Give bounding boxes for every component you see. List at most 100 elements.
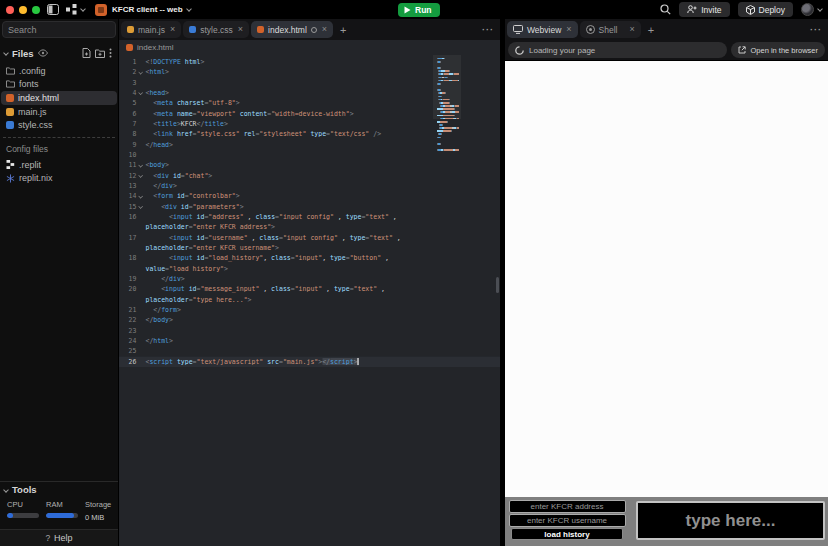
- code-line[interactable]: 12 <div id="chat">: [119, 171, 500, 181]
- avatar[interactable]: [801, 3, 814, 16]
- files-collapse-chevron-icon[interactable]: [3, 50, 9, 56]
- tab-style-css[interactable]: style.css ×: [183, 21, 249, 38]
- repl-title[interactable]: KFCR client -- web: [112, 5, 183, 14]
- file-item-replit-nix[interactable]: replit.nix: [0, 172, 118, 186]
- code-line[interactable]: 14 <form id="controlbar">: [119, 191, 500, 201]
- close-window-button[interactable]: [6, 6, 14, 14]
- deploy-button[interactable]: Deploy: [738, 2, 793, 17]
- file-item-replit[interactable]: .replit: [0, 158, 118, 172]
- tab-shell[interactable]: Shell ×: [580, 21, 641, 38]
- fold-chevron-icon[interactable]: [136, 160, 145, 170]
- file-item-config[interactable]: .config: [0, 64, 118, 78]
- close-tab-icon[interactable]: ×: [170, 25, 175, 34]
- fold-chevron-icon[interactable]: [136, 88, 145, 98]
- new-folder-icon[interactable]: [95, 49, 105, 58]
- new-file-icon[interactable]: [82, 48, 91, 58]
- person-plus-icon: [687, 5, 697, 14]
- code-line[interactable]: 19 </div>: [119, 274, 500, 284]
- minimize-window-button[interactable]: [19, 6, 27, 14]
- html-file-icon: [257, 26, 264, 33]
- tools-collapse-chevron-icon[interactable]: [3, 487, 9, 493]
- ram-bar: [46, 513, 78, 518]
- code-line[interactable]: 24</html>: [119, 336, 500, 346]
- new-tab-icon[interactable]: +: [648, 24, 654, 36]
- close-tab-icon[interactable]: ×: [630, 25, 635, 34]
- code-line[interactable]: 17 <input id="username" , class="input c…: [119, 233, 500, 243]
- html-file-icon: [6, 94, 14, 102]
- code-line[interactable]: placeholder="type here...">: [119, 295, 500, 305]
- code-line[interactable]: placeholder="enter KFCR username">: [119, 243, 500, 253]
- fold-chevron-icon[interactable]: [136, 191, 145, 201]
- open-in-browser-button[interactable]: Open in the browser: [731, 42, 825, 58]
- invite-button[interactable]: Invite: [679, 2, 729, 17]
- code-line[interactable]: 11<body>: [119, 160, 500, 170]
- kfcr-address-input[interactable]: enter KFCR address: [509, 500, 626, 513]
- account-chevron-icon[interactable]: [817, 6, 823, 12]
- file-item-fonts[interactable]: fonts: [0, 78, 118, 92]
- ram-stat: RAM: [46, 500, 78, 522]
- help-button[interactable]: ? Help: [0, 529, 118, 546]
- external-link-icon: [738, 46, 746, 54]
- monitor-icon: [513, 25, 523, 34]
- code-line[interactable]: 18 <input id="load_history", class="inpu…: [119, 253, 500, 263]
- storage-stat: Storage 0 MiB: [85, 500, 111, 522]
- workspace-switcher-icon[interactable]: [66, 4, 85, 15]
- tab-split-icon[interactable]: [311, 27, 317, 33]
- files-menu-kebab-icon[interactable]: [109, 48, 112, 58]
- tab-webview[interactable]: Webview ×: [507, 21, 578, 38]
- page-controlbar: enter KFCR address enter KFCR username l…: [505, 497, 828, 546]
- editor-pane: main.js × style.css × index.html × + ···: [119, 19, 500, 546]
- load-history-button[interactable]: load history: [511, 528, 623, 540]
- tab-index-html[interactable]: index.html ×: [251, 21, 333, 38]
- storage-value: 0 MiB: [85, 513, 111, 522]
- code-line[interactable]: 23: [119, 326, 500, 336]
- message-input[interactable]: type here...: [636, 501, 825, 540]
- code-line[interactable]: 22</body>: [119, 315, 500, 325]
- minimap[interactable]: [435, 57, 459, 152]
- config-files-header: Config files: [0, 141, 118, 158]
- close-tab-icon[interactable]: ×: [322, 25, 327, 34]
- fold-chevron-icon[interactable]: [136, 202, 145, 212]
- file-item-style-css[interactable]: style.css: [0, 118, 118, 132]
- code-editor[interactable]: 1<!DOCTYPE html>2<html>34<head>5 <meta c…: [119, 55, 500, 546]
- webview-tab-overflow-icon[interactable]: ···: [810, 25, 822, 35]
- page-parameters: enter KFCR address enter KFCR username l…: [508, 500, 626, 540]
- fold-chevron-icon[interactable]: [136, 67, 145, 77]
- tools-panel: Tools CPU RAM Storage 0 MiB: [0, 481, 118, 529]
- repl-title-chevron-icon[interactable]: [186, 6, 192, 12]
- text-cursor: [358, 358, 359, 365]
- code-line[interactable]: 13 </div>: [119, 181, 500, 191]
- hidden-files-eye-icon[interactable]: [38, 49, 48, 57]
- code-line[interactable]: 25: [119, 346, 500, 356]
- tab-main-js[interactable]: main.js ×: [121, 21, 181, 38]
- deploy-icon: [746, 5, 755, 15]
- editor-tab-overflow-icon[interactable]: ···: [482, 25, 494, 35]
- search-input[interactable]: Search: [2, 21, 116, 38]
- maximize-window-button[interactable]: [32, 6, 40, 14]
- code-line[interactable]: value="load history">: [119, 264, 500, 274]
- file-item-main-js[interactable]: main.js: [0, 105, 118, 119]
- close-tab-icon[interactable]: ×: [566, 25, 571, 34]
- code-line[interactable]: 20 <input id="message_input" , class="in…: [119, 284, 500, 294]
- code-line[interactable]: 15 <div id="parameters">: [119, 202, 500, 212]
- editor-scrollbar[interactable]: [496, 277, 499, 293]
- fold-chevron-icon[interactable]: [136, 171, 145, 181]
- webview-pane: Webview × Shell × + ··· Loading your pag…: [505, 19, 828, 546]
- webview-url-input[interactable]: Loading your page: [508, 42, 727, 58]
- code-line[interactable]: placeholder="enter KFCR address">: [119, 222, 500, 232]
- code-line[interactable]: 16 <input id="address" , class="input co…: [119, 212, 500, 222]
- repl-icon: [95, 4, 107, 16]
- code-line[interactable]: 26<script type="text/javascript" src="ma…: [119, 357, 500, 367]
- breadcrumb[interactable]: index.html: [119, 40, 500, 55]
- files-panel: Files .con: [0, 40, 118, 481]
- new-tab-icon[interactable]: +: [340, 24, 346, 36]
- file-item-index-html[interactable]: index.html: [1, 91, 117, 105]
- sidebar-toggle-icon[interactable]: [47, 4, 59, 15]
- run-button[interactable]: Run: [398, 3, 440, 17]
- code-line[interactable]: 21 </form>: [119, 305, 500, 315]
- replit-config-icon: [6, 160, 15, 169]
- kfcr-username-input[interactable]: enter KFCR username: [509, 514, 626, 527]
- close-tab-icon[interactable]: ×: [238, 25, 243, 34]
- webview-address-bar: Loading your page Open in the browser: [505, 40, 828, 61]
- search-icon[interactable]: [660, 4, 671, 15]
